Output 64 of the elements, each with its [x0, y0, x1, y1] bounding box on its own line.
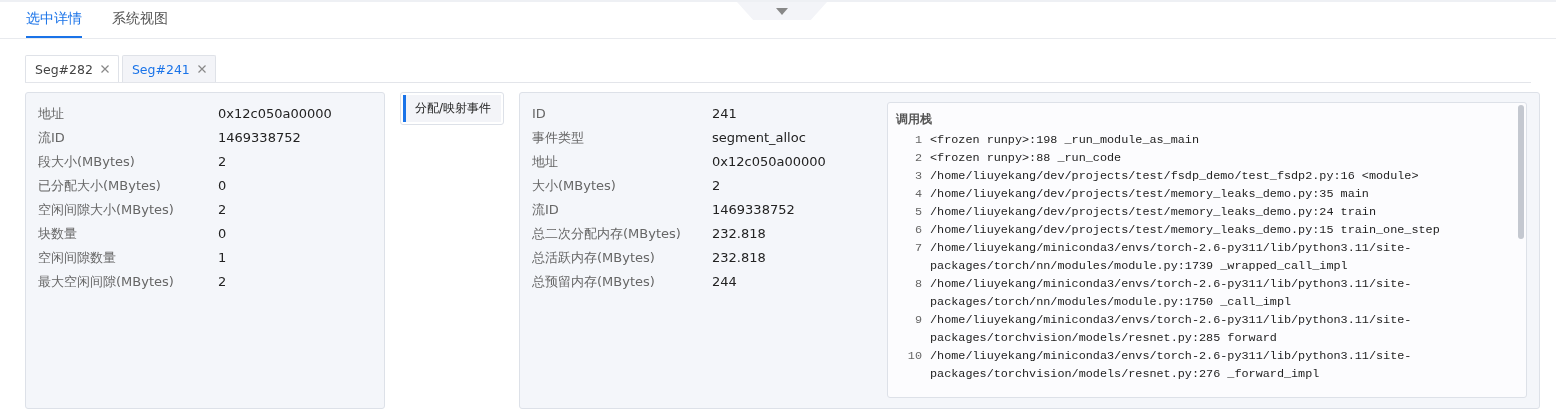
field-value: 1469338752: [218, 129, 302, 147]
stack-frame: /home/liuyekang/dev/projects/test/fsdp_demo/test_fsdp2.py:16 <module>: [930, 167, 1419, 185]
main-tab[interactable]: 系统视图: [112, 2, 168, 38]
segment-tab-label: Seg#282: [35, 61, 93, 77]
field-label: 总活跃内存(MBytes): [532, 249, 656, 267]
line-number: 1: [913, 132, 923, 149]
segment-tab[interactable]: Seg#282: [25, 55, 119, 82]
field-label: 流ID: [532, 201, 560, 219]
field-value: 2: [218, 153, 228, 171]
field-value: 241: [712, 105, 738, 123]
segment-tab-label: Seg#241: [131, 61, 190, 77]
line-number: 4: [913, 186, 923, 203]
close-icon[interactable]: [197, 65, 206, 73]
field-label: 空闲间隙大小(MBytes): [38, 201, 175, 219]
field-value: 1469338752: [712, 201, 796, 219]
field-label: 总二次分配内存(MBytes): [532, 225, 682, 243]
field-label: 地址: [38, 105, 65, 123]
field-label: 地址: [532, 153, 559, 171]
field-value: 244: [712, 273, 738, 291]
caret-down-icon: [776, 7, 788, 15]
line-number: 7: [913, 240, 923, 257]
field-label: 最大空闲间隙(MBytes): [38, 273, 175, 291]
stack-frame: /home/liuyekang/dev/projects/test/memory_leaks_demo.py:35 main: [930, 185, 1369, 203]
scrollbar-thumb[interactable]: [1518, 105, 1524, 239]
field-value: 2: [218, 201, 228, 219]
line-number: 3: [913, 168, 923, 185]
stack-frame: <frozen runpy>:198 _run_module_as_main: [930, 131, 1199, 149]
field-label: 已分配大小(MBytes): [38, 177, 162, 195]
field-label: 块数量: [38, 225, 78, 243]
stack-frame: /home/liuyekang/miniconda3/envs/torch-2.6-py311/lib/python3.11/site-packages/torch/nn/modules/module.py:1739 _wrapped_call_impl: [930, 239, 1454, 275]
stack-frame: /home/liuyekang/miniconda3/envs/torch-2.6-py311/lib/python3.11/site-packages/torchvision/models/resnet.py:285 forward: [930, 311, 1454, 347]
stack-frame: /home/liuyekang/dev/projects/test/memory_leaks_demo.py:15 train_one_step: [930, 221, 1440, 239]
field-value: 1: [218, 249, 228, 267]
field-value: 2: [712, 177, 722, 195]
event-list-item[interactable]: 分配/映射事件: [403, 95, 501, 122]
call-stack-title: 调用栈: [896, 111, 933, 128]
field-value: 0: [218, 177, 228, 195]
line-number: 6: [913, 222, 923, 239]
field-value: 232.818: [712, 225, 767, 243]
stack-frame: /home/liuyekang/dev/projects/test/memory_leaks_demo.py:24 train: [930, 203, 1376, 221]
field-value: 0x12c050a00000: [218, 105, 332, 123]
field-label: ID: [532, 105, 547, 123]
line-number: 8: [913, 276, 923, 293]
line-number: 5: [913, 204, 923, 221]
field-label: 事件类型: [532, 129, 585, 147]
field-label: 大小(MBytes): [532, 177, 617, 195]
segment-tab[interactable]: Seg#241: [121, 55, 216, 82]
stack-frame: /home/liuyekang/miniconda3/envs/torch-2.6-py311/lib/python3.11/site-packages/torch/nn/modules/module.py:1750 _call_impl: [930, 275, 1454, 311]
close-icon[interactable]: [100, 65, 109, 73]
field-value: 2: [218, 273, 228, 291]
field-value: segment_alloc: [712, 129, 807, 147]
field-label: 流ID: [38, 129, 66, 147]
line-number: 9: [913, 312, 923, 329]
field-value: 0x12c050a00000: [712, 153, 826, 171]
main-tab[interactable]: 选中详情: [26, 2, 82, 38]
field-label: 总预留内存(MBytes): [532, 273, 656, 291]
field-label: 段大小(MBytes): [38, 153, 136, 171]
line-number: 10: [906, 348, 923, 365]
field-label: 空闲间隙数量: [38, 249, 117, 267]
stack-frame: <frozen runpy>:88 _run_code: [930, 149, 1122, 167]
stack-frame: /home/liuyekang/miniconda3/envs/torch-2.6-py311/lib/python3.11/site-packages/torchvision/models/resnet.py:276 _forward_impl: [930, 347, 1454, 383]
field-value: 232.818: [712, 249, 767, 267]
line-number: 2: [913, 150, 923, 167]
field-value: 0: [218, 225, 228, 243]
